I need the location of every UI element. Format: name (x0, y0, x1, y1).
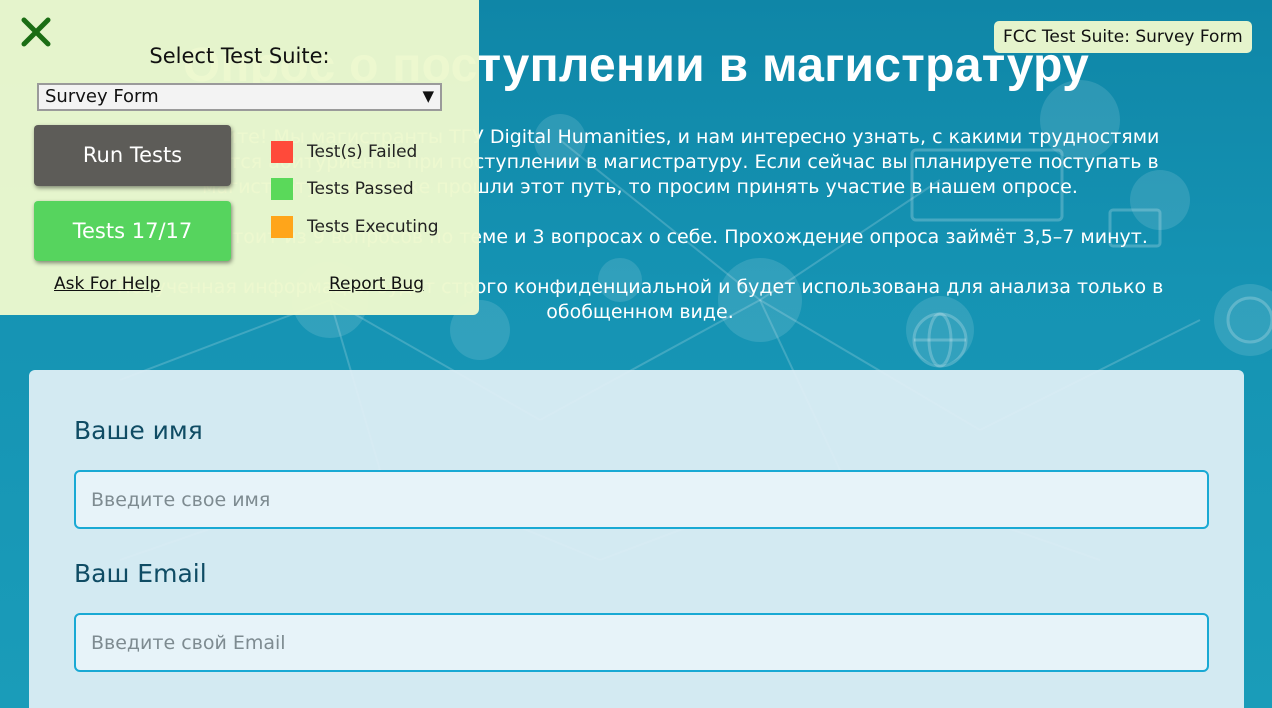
tests-result-button[interactable]: Tests 17/17 (34, 201, 231, 261)
fcc-test-panel: Select Test Suite: Survey Form ▼ Run Tes… (0, 0, 479, 315)
test-suite-select[interactable]: Survey Form ▼ (37, 83, 442, 111)
name-label: Ваше имя (74, 416, 203, 445)
legend-executing-label: Tests Executing (307, 217, 439, 237)
selected-suite-value: Survey Form (45, 86, 159, 107)
dropdown-arrow-icon: ▼ (422, 87, 434, 105)
email-input[interactable] (74, 613, 1209, 672)
report-bug-link[interactable]: Report Bug (329, 274, 424, 294)
email-label: Ваш Email (74, 559, 207, 588)
legend-passed-label: Tests Passed (307, 179, 414, 199)
passed-swatch (271, 178, 293, 200)
name-input[interactable] (74, 470, 1209, 529)
select-test-suite-label: Select Test Suite: (0, 44, 479, 68)
executing-swatch (271, 216, 293, 238)
fcc-test-suite-badge: FCC Test Suite: Survey Form (994, 21, 1252, 53)
select-label-text: Select Test Suite: (149, 44, 330, 68)
legend-failed-label: Test(s) Failed (307, 142, 418, 162)
run-tests-button[interactable]: Run Tests (34, 125, 231, 186)
survey-form-card: Ваше имя Ваш Email (29, 370, 1244, 708)
ask-for-help-link[interactable]: Ask For Help (54, 274, 160, 294)
failed-swatch (271, 141, 293, 163)
